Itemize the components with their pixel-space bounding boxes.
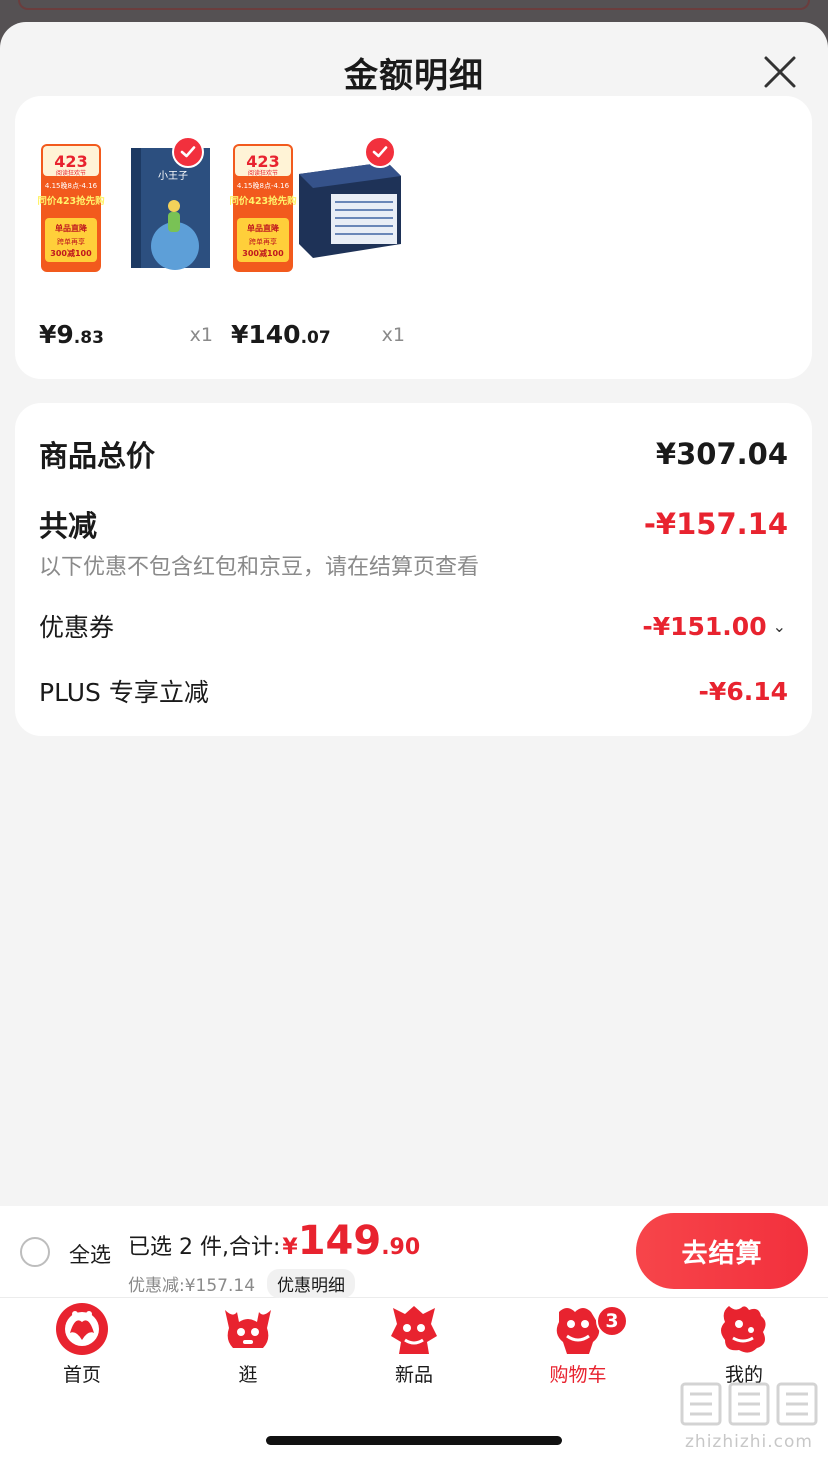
item-price: ¥9.83 [39, 320, 104, 349]
item-price-decimal: .07 [300, 328, 331, 348]
discount-detail-toggle[interactable]: 优惠明细 [267, 1269, 356, 1298]
selected-count-text: 已选 2 件,合计: [128, 1235, 281, 1260]
discount-summary: 优惠减:¥157.14 [128, 1276, 256, 1296]
total-currency: ¥ [282, 1235, 298, 1260]
chevron-down-icon: ⌄ [772, 616, 786, 636]
cart-item[interactable]: 423 阅读狂欢节 4.15晚8点-4.16 同价423抢先购 单品直降 跨单再… [35, 134, 215, 354]
promo-badge: 423 [54, 152, 87, 171]
total-price-row: 商品总价 ¥307.04 [39, 433, 788, 475]
sheet-title: 金额明细 [344, 56, 484, 96]
promo-title: 同价423抢先购 [229, 195, 297, 207]
tab-new-label: 新品 [394, 1364, 433, 1386]
promo-deal: 跨单再享 [249, 237, 277, 246]
tab-home-label: 首页 [62, 1364, 101, 1386]
cart-item[interactable]: 423 阅读狂欢节 4.15晚8点-4.16 同价423抢先购 单品直降 跨单再… [227, 134, 407, 354]
total-price-value: ¥307.04 [655, 437, 788, 471]
select-all-radio[interactable] [20, 1237, 50, 1267]
checkmark-icon [180, 146, 196, 158]
coupon-row[interactable]: 优惠券 -¥151.00 ⌄ [39, 608, 788, 644]
coupon-label: 优惠券 [39, 613, 115, 642]
item-checked-indicator[interactable] [172, 136, 204, 168]
total-reduction-label: 共减 [39, 509, 98, 543]
order-summary: 已选 2 件,合计: ¥ 149 .90 [128, 1218, 420, 1264]
total-price-label: 商品总价 [39, 439, 156, 473]
tab-cart-label: 购物车 [549, 1364, 607, 1386]
checkout-button[interactable]: 去结算 [636, 1213, 808, 1289]
close-button[interactable] [762, 54, 798, 90]
item-quantity: x1 [381, 324, 405, 346]
promo-deal: 跨单再享 [57, 237, 85, 246]
total-reduction-row: 共减 -¥157.14 [39, 503, 788, 545]
promo-caption: 阅读狂欢节 [248, 169, 278, 177]
background-page-edge [18, 0, 810, 10]
watermark-site: zhizhizhi.com [685, 1432, 813, 1452]
coupon-value: -¥151.00 [642, 611, 767, 641]
site-watermark: zhizhizhi.com [676, 1374, 822, 1454]
tab-browse-label: 逛 [238, 1364, 258, 1386]
browse-papercut-icon [225, 1310, 271, 1348]
tab-new[interactable]: 新品 [354, 1300, 474, 1390]
item-quantity: x1 [189, 324, 213, 346]
new-papercut-icon [391, 1306, 437, 1354]
plus-discount-row: PLUS 专享立减 -¥6.14 [39, 673, 788, 709]
item-price-decimal: .83 [73, 328, 104, 348]
item-price: ¥140.07 [231, 320, 331, 349]
promo-amount: 300减100 [242, 248, 284, 258]
close-icon [764, 56, 796, 88]
watermark-logo [680, 1382, 818, 1426]
discount-note: 以下优惠不包含红包和京豆，请在结算页查看 [39, 555, 480, 580]
promo-title: 同价423抢先购 [37, 195, 105, 207]
price-detail-card: 商品总价 ¥307.04 共减 -¥157.14 以下优惠不包含红包和京豆，请在… [15, 403, 812, 736]
me-papercut-icon [721, 1306, 766, 1353]
item-price-integer: ¥9 [39, 320, 74, 349]
checkmark-icon [372, 146, 388, 158]
plus-discount-label: PLUS 专享立减 [39, 678, 209, 707]
tab-cart[interactable]: 购物车 3 [518, 1300, 638, 1390]
promo-caption: 阅读狂欢节 [56, 169, 86, 177]
tab-browse[interactable]: 逛 [188, 1300, 308, 1390]
promo-date: 4.15晚8点-4.16 [45, 181, 98, 190]
promo-sub: 单品直降 [55, 223, 88, 233]
tab-home[interactable]: 首页 [22, 1300, 142, 1390]
total-reduction-value: -¥157.14 [643, 507, 788, 541]
total-amount-decimal: .90 [381, 1235, 421, 1260]
promo-date: 4.15晚8点-4.16 [237, 181, 290, 190]
home-indicator [266, 1436, 562, 1445]
item-price-integer: ¥140 [231, 320, 301, 349]
promo-sub: 单品直降 [247, 223, 280, 233]
checkout-bar: 全选 已选 2 件,合计: ¥ 149 .90 优惠减:¥157.14 优惠明细… [0, 1206, 828, 1298]
cart-count-badge: 3 [596, 1305, 628, 1337]
home-papercut-icon [56, 1303, 108, 1355]
book-cover-title: 小王子 [158, 170, 188, 182]
discount-subline: 优惠减:¥157.14 优惠明细 [128, 1269, 356, 1298]
plus-discount-value: -¥6.14 [698, 676, 788, 706]
total-amount-integer: 149 [297, 1218, 382, 1264]
item-checked-indicator[interactable] [364, 136, 396, 168]
promo-badge: 423 [246, 152, 279, 171]
coupon-value-wrap: -¥151.00 ⌄ [642, 612, 788, 641]
selected-items-card: 423 阅读狂欢节 4.15晚8点-4.16 同价423抢先购 单品直降 跨单再… [15, 96, 812, 379]
select-all-label[interactable]: 全选 [69, 1239, 111, 1269]
promo-amount: 300减100 [50, 248, 92, 258]
